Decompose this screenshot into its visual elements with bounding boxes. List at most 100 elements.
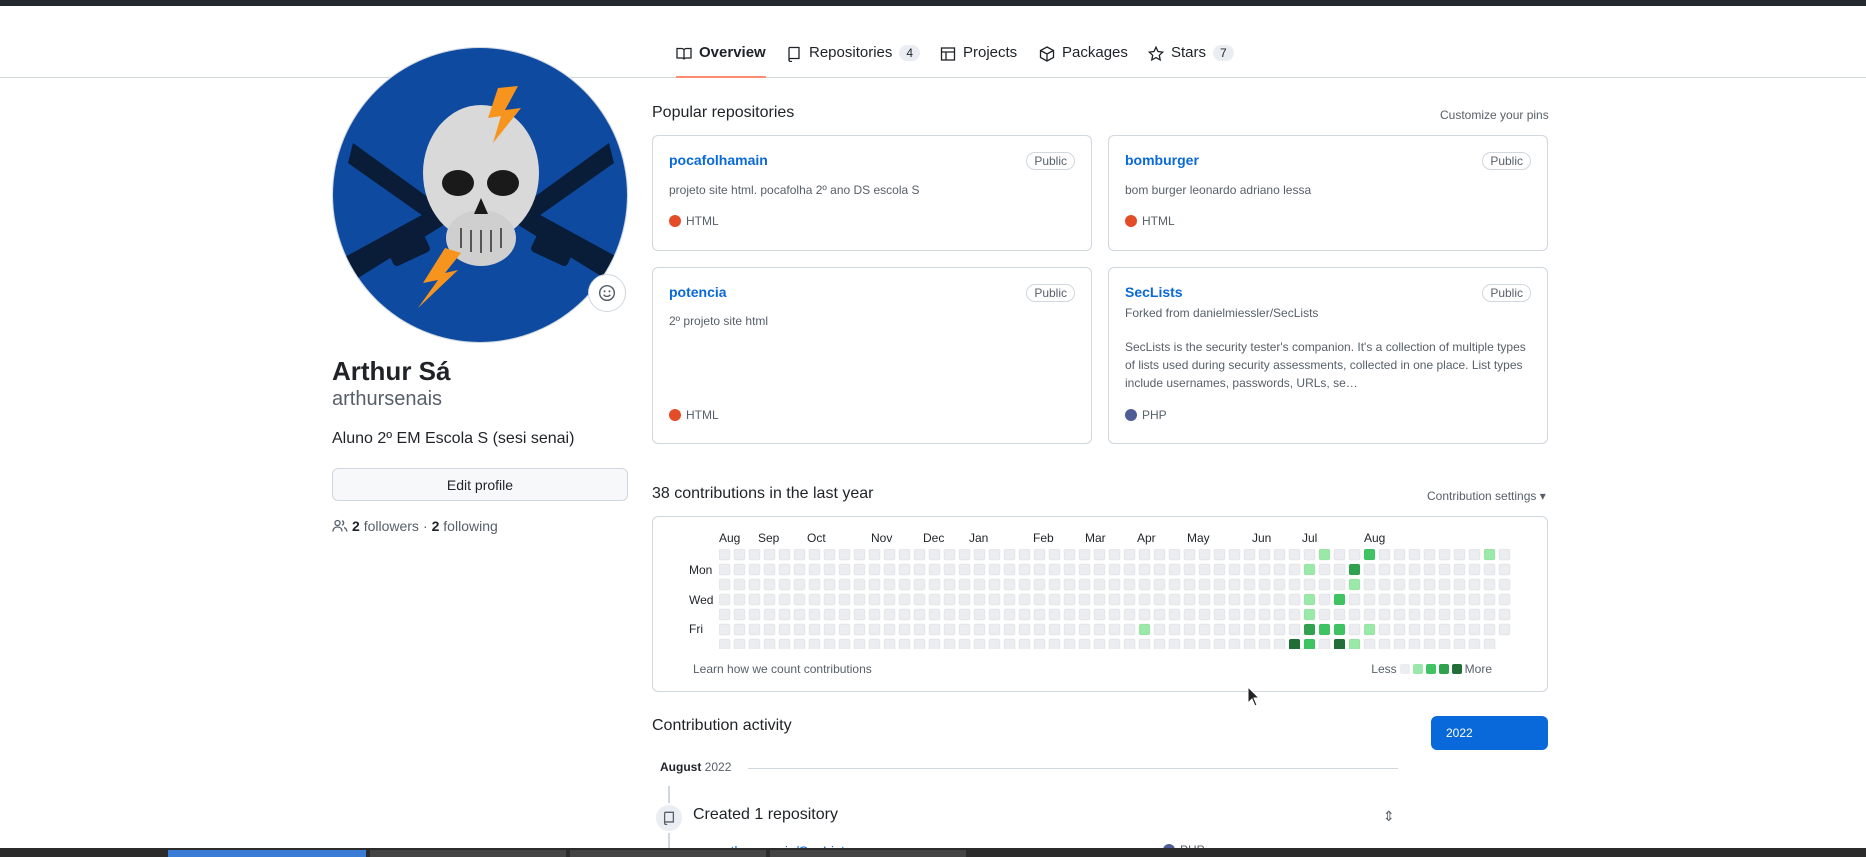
contribution-day-cell[interactable] (733, 563, 746, 576)
contribution-day-cell[interactable] (1033, 563, 1046, 576)
contribution-day-cell[interactable] (868, 563, 881, 576)
contribution-day-cell[interactable] (838, 593, 851, 606)
contribution-day-cell[interactable] (1393, 623, 1406, 636)
tab-packages[interactable]: Packages (1039, 44, 1128, 78)
contribution-day-cell[interactable] (1093, 608, 1106, 621)
contribution-day-cell[interactable] (793, 608, 806, 621)
set-status-button[interactable] (588, 274, 626, 312)
contribution-day-cell[interactable] (1108, 578, 1121, 591)
contribution-day-cell[interactable] (1138, 593, 1151, 606)
contribution-day-cell[interactable] (778, 608, 791, 621)
contribution-day-cell[interactable] (1183, 593, 1196, 606)
contribution-day-cell[interactable] (1108, 623, 1121, 636)
contribution-day-cell[interactable] (1393, 563, 1406, 576)
contribution-day-cell[interactable] (1348, 549, 1361, 561)
contribution-day-cell[interactable] (1333, 578, 1346, 591)
contribution-day-cell[interactable] (748, 563, 761, 576)
contribution-day-cell[interactable] (1408, 593, 1421, 606)
following-link[interactable]: 2 following (432, 518, 498, 534)
contribution-day-cell[interactable] (1153, 578, 1166, 591)
contribution-day-cell[interactable] (1408, 623, 1421, 636)
contribution-day-cell[interactable] (1108, 563, 1121, 576)
contribution-day-cell[interactable] (748, 549, 761, 561)
contribution-day-cell[interactable] (1378, 549, 1391, 561)
contribution-day-cell[interactable] (1258, 578, 1271, 591)
contribution-day-cell[interactable] (1468, 578, 1481, 591)
contribution-day-cell[interactable] (1498, 563, 1511, 576)
repo-link[interactable]: bomburger (1125, 152, 1199, 168)
contribution-day-cell[interactable] (1273, 623, 1286, 636)
contribution-day-cell[interactable] (838, 638, 851, 649)
contribution-day-cell[interactable] (1048, 638, 1061, 649)
contribution-day-cell[interactable] (1423, 608, 1436, 621)
contribution-day-cell[interactable] (1423, 638, 1436, 649)
contribution-day-cell[interactable] (748, 593, 761, 606)
contribution-day-cell[interactable] (1123, 593, 1136, 606)
edit-profile-button[interactable]: Edit profile (332, 468, 628, 501)
contribution-day-cell[interactable] (1288, 563, 1301, 576)
contribution-day-cell[interactable] (1213, 563, 1226, 576)
contribution-day-cell[interactable] (1453, 578, 1466, 591)
contribution-day-cell[interactable] (808, 608, 821, 621)
contribution-day-cell[interactable] (1243, 549, 1256, 561)
contribution-day-cell[interactable] (838, 549, 851, 561)
contribution-day-cell[interactable] (1003, 638, 1016, 649)
contribution-day-cell[interactable] (823, 593, 836, 606)
contribution-day-cell[interactable] (1318, 638, 1331, 649)
contribution-day-cell[interactable] (1378, 563, 1391, 576)
contribution-day-cell[interactable] (853, 563, 866, 576)
contribution-day-cell[interactable] (898, 593, 911, 606)
contribution-day-cell[interactable] (1408, 563, 1421, 576)
contribution-day-cell[interactable] (913, 549, 926, 561)
contribution-day-cell[interactable] (988, 638, 1001, 649)
contribution-day-cell[interactable] (1018, 608, 1031, 621)
contribution-day-cell[interactable] (898, 578, 911, 591)
contribution-day-cell[interactable] (1243, 638, 1256, 649)
contribution-day-cell[interactable] (1468, 608, 1481, 621)
contribution-day-cell[interactable] (1408, 638, 1421, 649)
contribution-day-cell[interactable] (1318, 593, 1331, 606)
contribution-day-cell[interactable] (1408, 608, 1421, 621)
contribution-day-cell[interactable] (1273, 549, 1286, 561)
contribution-day-cell[interactable] (1438, 563, 1451, 576)
contribution-day-cell[interactable] (1198, 638, 1211, 649)
contribution-day-cell[interactable] (1438, 638, 1451, 649)
contribution-day-cell[interactable] (1138, 623, 1151, 636)
contribution-day-cell[interactable] (748, 638, 761, 649)
contribution-day-cell[interactable] (1378, 638, 1391, 649)
contribution-day-cell[interactable] (1048, 549, 1061, 561)
contribution-day-cell[interactable] (1213, 623, 1226, 636)
contribution-day-cell[interactable] (973, 638, 986, 649)
contribution-day-cell[interactable] (1078, 578, 1091, 591)
contribution-day-cell[interactable] (928, 623, 941, 636)
contribution-day-cell[interactable] (1228, 608, 1241, 621)
contribution-day-cell[interactable] (1048, 578, 1061, 591)
contribution-day-cell[interactable] (1183, 578, 1196, 591)
contribution-day-cell[interactable] (719, 549, 731, 561)
contribution-day-cell[interactable] (808, 563, 821, 576)
contribution-day-cell[interactable] (1333, 638, 1346, 649)
contribution-day-cell[interactable] (898, 623, 911, 636)
contribution-day-cell[interactable] (988, 578, 1001, 591)
contribution-day-cell[interactable] (1198, 549, 1211, 561)
contribution-day-cell[interactable] (1093, 638, 1106, 649)
contribution-day-cell[interactable] (1213, 638, 1226, 649)
contribution-day-cell[interactable] (1213, 608, 1226, 621)
contribution-day-cell[interactable] (1078, 563, 1091, 576)
contribution-day-cell[interactable] (793, 549, 806, 561)
contribution-day-cell[interactable] (1228, 549, 1241, 561)
contribution-day-cell[interactable] (913, 563, 926, 576)
contribution-day-cell[interactable] (763, 608, 776, 621)
contribution-day-cell[interactable] (1213, 593, 1226, 606)
contribution-day-cell[interactable] (1423, 549, 1436, 561)
contribution-day-cell[interactable] (1138, 608, 1151, 621)
contribution-day-cell[interactable] (1303, 638, 1316, 649)
contribution-day-cell[interactable] (1093, 563, 1106, 576)
contribution-day-cell[interactable] (1003, 623, 1016, 636)
collapse-icon[interactable]: ⇕ (1383, 808, 1395, 825)
contribution-day-cell[interactable] (778, 549, 791, 561)
year-2022-button[interactable]: 2022 (1431, 716, 1548, 750)
contribution-day-cell[interactable] (1018, 623, 1031, 636)
contribution-day-cell[interactable] (1063, 578, 1076, 591)
contribution-day-cell[interactable] (958, 608, 971, 621)
